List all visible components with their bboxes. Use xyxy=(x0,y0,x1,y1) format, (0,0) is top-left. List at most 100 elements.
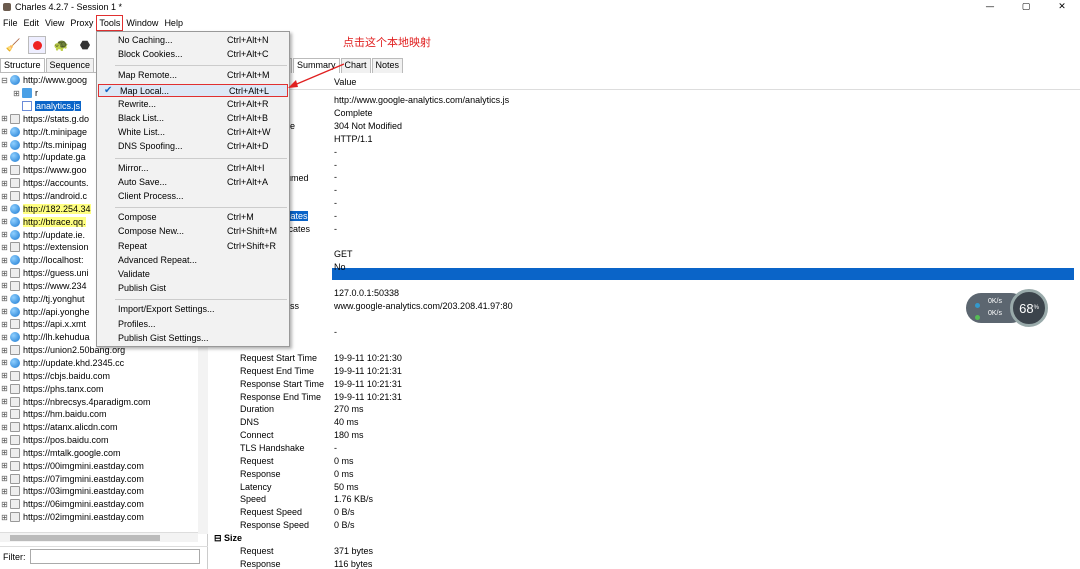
tree-row[interactable]: ⊞ https://atanx.alicdn.com xyxy=(0,421,208,434)
tree-row[interactable]: ⊞ https://hm.baidu.com xyxy=(0,408,208,421)
menu-item-label: Black List... xyxy=(118,113,165,123)
menu-window[interactable]: Window xyxy=(123,16,161,30)
tree-expander-icon[interactable]: ⊞ xyxy=(0,346,9,355)
menu-item-import-export-settings[interactable]: Import/Export Settings... xyxy=(97,303,289,316)
globe-icon xyxy=(10,229,20,240)
menu-item-client-process[interactable]: Client Process... xyxy=(97,190,289,203)
scroll-thumb[interactable] xyxy=(10,535,160,541)
download-dot-icon xyxy=(975,315,980,320)
timing-label: Latency xyxy=(240,481,272,492)
menu-file[interactable]: File xyxy=(0,16,21,30)
menu-item-repeat[interactable]: Repeat Ctrl+Shift+R xyxy=(97,240,289,253)
tree-expander-icon[interactable]: ⊞ xyxy=(0,127,9,136)
broom-icon[interactable]: 🧹 xyxy=(4,36,22,54)
minimize-button[interactable]: — xyxy=(972,0,1008,14)
tree-expander-icon[interactable]: ⊞ xyxy=(0,358,9,367)
globe-icon xyxy=(10,139,20,150)
menu-view[interactable]: View xyxy=(42,16,67,30)
tree-expander-icon[interactable]: ⊞ xyxy=(0,192,9,201)
tree-expander-icon[interactable]: ⊞ xyxy=(0,140,9,149)
tree-row[interactable]: ⊞ https://02imgmini.eastday.com xyxy=(0,511,208,524)
tree-expander-icon[interactable]: ⊞ xyxy=(0,397,9,406)
tab-notes[interactable]: Notes xyxy=(371,58,404,73)
tree-row[interactable]: ⊞ https://nbrecsys.4paradigm.com xyxy=(0,395,208,408)
menu-tools[interactable]: Tools xyxy=(96,15,124,31)
tree-row[interactable]: ⊞ https://07imgmini.eastday.com xyxy=(0,472,208,485)
tree-row[interactable]: ⊞ https://mtalk.google.com xyxy=(0,446,208,459)
menu-item-compose[interactable]: Compose Ctrl+M xyxy=(97,211,289,224)
tree-expander-icon[interactable]: ⊞ xyxy=(0,217,9,226)
record-button[interactable] xyxy=(28,36,46,54)
menu-item-rewrite[interactable]: Rewrite... Ctrl+Alt+R xyxy=(97,98,289,111)
tree-expander-icon[interactable]: ⊞ xyxy=(0,114,9,123)
tab-structure[interactable]: Structure xyxy=(0,58,45,72)
tree-expander-icon[interactable]: ⊞ xyxy=(0,230,9,239)
tree-expander-icon[interactable]: ⊞ xyxy=(0,500,9,509)
menu-item-advanced-repeat[interactable]: Advanced Repeat... xyxy=(97,254,289,267)
tree-row[interactable]: ⊞ https://03imgmini.eastday.com xyxy=(0,485,208,498)
tree-expander-icon[interactable]: ⊞ xyxy=(0,371,9,380)
menu-help[interactable]: Help xyxy=(161,16,186,30)
timing-value: 0 B/s xyxy=(334,507,355,518)
tree-expander-icon[interactable]: ⊟ xyxy=(0,76,9,85)
tree-row[interactable]: ⊞ https://06imgmini.eastday.com xyxy=(0,498,208,511)
tree-row[interactable]: ⊞ https://cbjs.baidu.com xyxy=(0,369,208,382)
tree-expander-icon[interactable]: ⊞ xyxy=(0,448,9,457)
lock-icon xyxy=(10,486,20,497)
filter-input[interactable] xyxy=(29,549,200,564)
tree-expander-icon[interactable]: ⊞ xyxy=(0,474,9,483)
tree-expander-icon[interactable]: ⊞ xyxy=(0,513,9,522)
menu-item-white-list[interactable]: White List... Ctrl+Alt+W xyxy=(97,126,289,139)
tree-expander-icon[interactable]: ⊞ xyxy=(0,204,9,213)
tree-expander-icon[interactable]: ⊞ xyxy=(0,320,9,329)
tree-expander-icon[interactable]: ⊞ xyxy=(0,256,9,265)
tree-expander-icon[interactable]: ⊞ xyxy=(0,269,9,278)
tree-expander-icon[interactable]: ⊞ xyxy=(0,307,9,316)
tree-expander-icon[interactable]: ⊞ xyxy=(0,461,9,470)
tree-expander-icon[interactable]: ⊞ xyxy=(0,243,9,252)
menu-item-block-cookies[interactable]: Block Cookies... Ctrl+Alt+C xyxy=(97,48,289,61)
menu-item-profiles[interactable]: Profiles... xyxy=(97,318,289,331)
tab-sequence[interactable]: Sequence xyxy=(45,58,95,72)
tree-expander-icon[interactable]: ⊞ xyxy=(12,89,21,98)
tree-expander-icon[interactable]: ⊞ xyxy=(0,423,9,432)
tree-expander-icon[interactable]: ⊞ xyxy=(0,410,9,419)
lock-icon xyxy=(10,242,20,253)
tree-expander-icon[interactable]: ⊞ xyxy=(0,333,9,342)
menu-item-publish-gist-settings[interactable]: Publish Gist Settings... xyxy=(97,332,289,345)
tree-expander-icon[interactable]: ⊞ xyxy=(0,166,9,175)
tree-row[interactable]: ⊞ https://00imgmini.eastday.com xyxy=(0,459,208,472)
tree-row-label: http://tj.yonghut xyxy=(23,293,85,304)
tree-row-label: https://pos.baidu.com xyxy=(23,435,109,446)
globe-icon xyxy=(10,75,20,86)
menu-item-black-list[interactable]: Black List... Ctrl+Alt+B xyxy=(97,112,289,125)
menu-item-publish-gist[interactable]: Publish Gist xyxy=(97,282,289,295)
tree-expander-icon[interactable]: ⊞ xyxy=(0,179,9,188)
network-speed-widget[interactable]: 0K/s 0K/s 68% xyxy=(966,289,1052,327)
menu-edit[interactable]: Edit xyxy=(21,16,43,30)
tree-horizontal-scrollbar[interactable] xyxy=(0,532,198,542)
tree-row[interactable]: ⊞ https://phs.tanx.com xyxy=(0,382,208,395)
turtle-icon[interactable]: 🐢 xyxy=(52,36,70,54)
tree-expander-icon[interactable]: ⊞ xyxy=(0,384,9,393)
menu-item-auto-save[interactable]: Auto Save... Ctrl+Alt+A xyxy=(97,176,289,189)
close-button[interactable]: ✕ xyxy=(1044,0,1080,14)
tree-expander-icon[interactable]: ⊞ xyxy=(0,153,9,162)
tree-expander-icon[interactable]: ⊞ xyxy=(0,436,9,445)
tree-expander-icon[interactable]: ⊞ xyxy=(0,487,9,496)
menu-item-map-remote[interactable]: Map Remote... Ctrl+Alt+M xyxy=(97,69,289,82)
menu-item-mirror[interactable]: Mirror... Ctrl+Alt+I xyxy=(97,162,289,175)
menu-item-no-caching[interactable]: No Caching... Ctrl+Alt+N xyxy=(97,34,289,47)
menu-item-map-local[interactable]: ✔ Map Local... Ctrl+Alt+L xyxy=(98,83,288,97)
menu-proxy[interactable]: Proxy xyxy=(67,16,96,30)
tree-expander-icon[interactable]: ⊞ xyxy=(0,294,9,303)
tree-row[interactable]: ⊞ https://pos.baidu.com xyxy=(0,434,208,447)
tree-row[interactable]: ⊞ http://update.khd.2345.cc xyxy=(0,357,208,370)
menu-item-validate[interactable]: Validate xyxy=(97,268,289,281)
tree-expander-icon[interactable]: ⊞ xyxy=(0,281,9,290)
selected-row-highlight[interactable] xyxy=(332,268,1074,280)
maximize-button[interactable]: ▢ xyxy=(1008,0,1044,14)
menu-item-dns-spoofing[interactable]: DNS Spoofing... Ctrl+Alt+D xyxy=(97,140,289,153)
menu-item-compose-new[interactable]: Compose New... Ctrl+Shift+M xyxy=(97,225,289,238)
breakpoint-icon[interactable]: ⬣ xyxy=(76,36,94,54)
